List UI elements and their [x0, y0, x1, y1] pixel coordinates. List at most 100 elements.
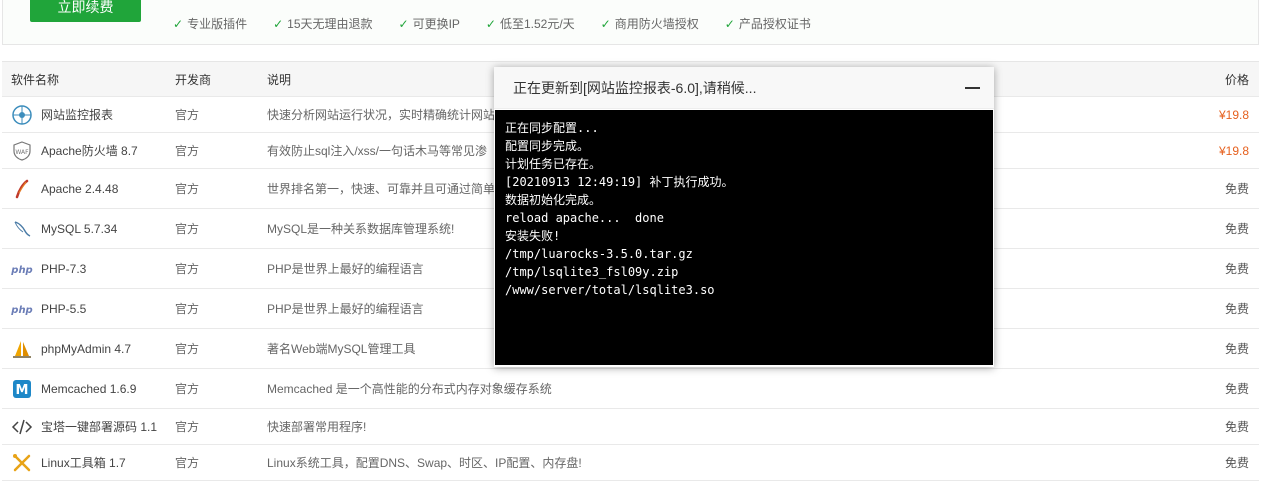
- tools-icon: [11, 452, 33, 474]
- check-icon: ✓: [485, 16, 496, 31]
- software-name[interactable]: MySQL 5.7.34: [41, 222, 117, 236]
- description-text: 世界排名第一，快速、可靠并且可通过简单: [267, 182, 496, 196]
- php-icon: php: [11, 298, 33, 320]
- feature-item: ✓ 产品授权证书: [725, 15, 811, 32]
- description-text: 有效防止sql注入/xss/一句话木马等常见渗: [267, 144, 488, 158]
- developer-cell: 官方: [175, 445, 255, 480]
- description-text: 快速分析网站运行状况，实时精确统计网站: [267, 108, 496, 122]
- developer-text: 官方: [175, 262, 200, 276]
- developer-text: 官方: [175, 144, 200, 158]
- feature-label: 专业版插件: [187, 17, 248, 31]
- feature-item: ✓ 低至1.52元/天: [486, 15, 575, 32]
- developer-cell: 官方: [175, 329, 255, 368]
- php-icon: php: [11, 258, 33, 280]
- developer-cell: 官方: [175, 409, 255, 444]
- software-name[interactable]: Memcached 1.6.9: [41, 382, 136, 396]
- check-icon: ✓: [173, 16, 184, 31]
- console-line: 配置同步完成。: [505, 139, 590, 153]
- modal-header: 正在更新到[网站监控报表-6.0],请稍候...: [494, 67, 994, 109]
- description-text: 快速部署常用程序!: [267, 420, 367, 434]
- row-name-cell: 网站监控报表: [11, 97, 171, 132]
- description-text: MySQL是一种关系数据库管理系统!: [267, 222, 455, 236]
- console-line: 数据初始化完成。: [505, 193, 602, 207]
- description-text: PHP是世界上最好的编程语言: [267, 302, 424, 316]
- mysql-dolphin-icon: [11, 218, 33, 240]
- price-cell: ¥19.8: [1218, 143, 1249, 158]
- check-icon: ✓: [398, 16, 409, 31]
- software-name[interactable]: 网站监控报表: [41, 106, 113, 123]
- developer-cell: 官方: [175, 249, 255, 288]
- feature-item: ✓ 可更换IP: [399, 15, 460, 32]
- software-name[interactable]: 宝塔一键部署源码 1.1: [41, 418, 157, 435]
- developer-cell: 官方: [175, 133, 255, 168]
- row-name-cell: Apache 2.4.48: [11, 169, 171, 208]
- console-line: 正在同步配置...: [505, 121, 599, 135]
- row-name-cell: Linux工具箱 1.7: [11, 445, 171, 480]
- software-name[interactable]: PHP-5.5: [41, 302, 86, 316]
- developer-text: 官方: [175, 456, 200, 470]
- feature-label: 产品授权证书: [738, 17, 811, 31]
- table-row[interactable]: M Memcached 1.6.9 官方 Memcached 是一个高性能的分布…: [2, 369, 1259, 409]
- software-name[interactable]: PHP-7.3: [41, 262, 86, 276]
- developer-text: 官方: [175, 222, 200, 236]
- feature-label: 15天无理由退款: [287, 17, 373, 31]
- row-name-cell: php PHP-7.3: [11, 249, 171, 288]
- developer-text: 官方: [175, 342, 200, 356]
- description-cell: Memcached 是一个高性能的分布式内存对象缓存系统: [267, 369, 1067, 408]
- price-cell: ¥19.8: [1218, 107, 1249, 122]
- software-name[interactable]: Linux工具箱 1.7: [41, 454, 126, 471]
- row-name-cell: 宝塔一键部署源码 1.1: [11, 409, 171, 444]
- description-text: Linux系统工具，配置DNS、Swap、时区、IP配置、内存盘!: [267, 456, 582, 470]
- memcached-m-icon: M: [11, 378, 33, 400]
- phpmyadmin-sail-icon: [11, 338, 33, 360]
- price-cell: 免费: [1224, 182, 1249, 196]
- software-name[interactable]: Apache防火墙 8.7: [41, 142, 138, 159]
- check-icon: ✓: [724, 16, 735, 31]
- row-name-cell: php PHP-5.5: [11, 289, 171, 328]
- feature-label: 低至1.52元/天: [499, 17, 575, 31]
- price-cell: 免费: [1224, 382, 1249, 396]
- row-name-cell: M Memcached 1.6.9: [11, 369, 171, 408]
- feature-label: 商用防火墙授权: [614, 17, 699, 31]
- update-modal: 正在更新到[网站监控报表-6.0],请稍候... 正在同步配置... 配置同步完…: [494, 67, 994, 367]
- software-name[interactable]: phpMyAdmin 4.7: [41, 342, 131, 356]
- renew-button[interactable]: 立即续费: [30, 0, 141, 22]
- software-name[interactable]: Apache 2.4.48: [41, 182, 118, 196]
- console-line: 安装失败!: [505, 229, 561, 243]
- developer-text: 官方: [175, 420, 200, 434]
- header-price: 价格: [1224, 72, 1249, 87]
- apache-feather-icon: [11, 178, 33, 200]
- feature-item: ✓ 商用防火墙授权: [601, 15, 699, 32]
- modal-title: 正在更新到[网站监控报表-6.0],请稍候...: [513, 80, 757, 96]
- description-text: 著名Web端MySQL管理工具: [267, 342, 416, 356]
- developer-text: 官方: [175, 108, 200, 122]
- developer-cell: 官方: [175, 169, 255, 208]
- table-row[interactable]: Linux工具箱 1.7 官方 Linux系统工具，配置DNS、Swap、时区、…: [2, 445, 1259, 481]
- svg-text:WAF: WAF: [15, 149, 29, 156]
- feature-list: ✓ 专业版插件 ✓ 15天无理由退款 ✓ 可更换IP ✓ 低至1.52元/天 ✓ 商用防火…: [173, 15, 837, 32]
- promo-bar: 立即续费 ✓ 专业版插件 ✓ 15天无理由退款 ✓ 可更换IP ✓ 低至1.52元/天 …: [2, 0, 1259, 45]
- feature-label: 可更换IP: [412, 17, 460, 31]
- svg-text:php: php: [11, 265, 33, 276]
- description-text: Memcached 是一个高性能的分布式内存对象缓存系统: [267, 382, 552, 396]
- developer-text: 官方: [175, 302, 200, 316]
- console-line: /tmp/luarocks-3.5.0.tar.gz: [505, 247, 693, 261]
- console-line: [20210913 12:49:19] 补丁执行成功。: [505, 175, 734, 189]
- description-cell: Linux系统工具，配置DNS、Swap、时区、IP配置、内存盘!: [267, 445, 1067, 480]
- feature-item: ✓ 专业版插件: [173, 15, 247, 32]
- developer-cell: 官方: [175, 289, 255, 328]
- console-output: 正在同步配置... 配置同步完成。 计划任务已存在。 [20210913 12:…: [495, 110, 993, 365]
- price-cell: 免费: [1224, 222, 1249, 236]
- table-row[interactable]: 宝塔一键部署源码 1.1 官方 快速部署常用程序! 免费: [2, 409, 1259, 445]
- minimize-icon[interactable]: [965, 87, 980, 89]
- price-cell: 免费: [1224, 302, 1249, 316]
- row-name-cell: MySQL 5.7.34: [11, 209, 171, 248]
- developer-cell: 官方: [175, 97, 255, 132]
- row-name-cell: WAF Apache防火墙 8.7: [11, 133, 171, 168]
- feature-item: ✓ 15天无理由退款: [273, 15, 372, 32]
- price-cell: 免费: [1224, 456, 1249, 470]
- code-brackets-icon: [11, 416, 33, 438]
- svg-text:M: M: [16, 383, 29, 398]
- console-line: 计划任务已存在。: [505, 157, 602, 171]
- console-line: /www/server/total/lsqlite3.so: [505, 283, 715, 297]
